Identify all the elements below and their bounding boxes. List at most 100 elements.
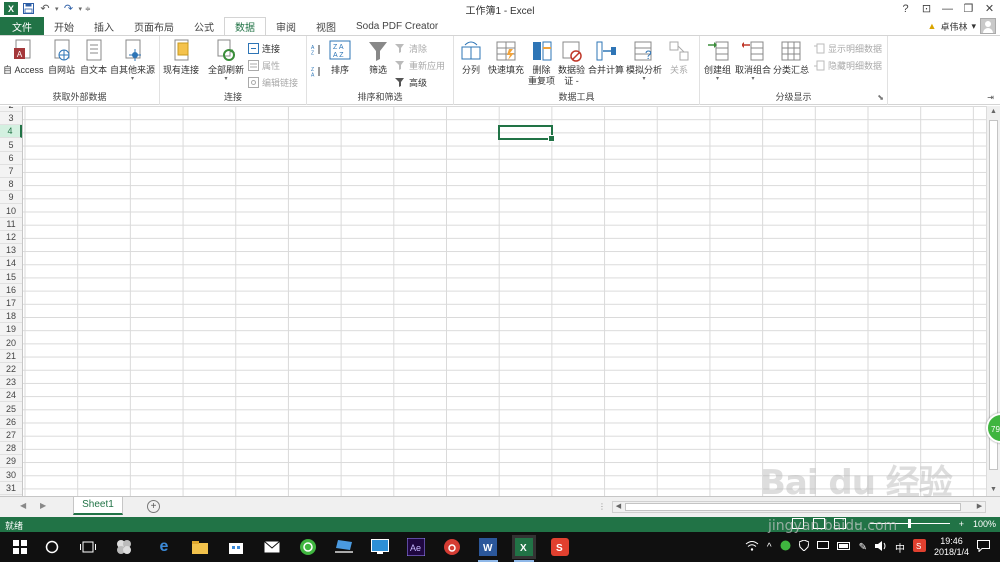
pen-icon[interactable]: ✎ [859, 542, 867, 553]
subtotal-button[interactable]: 分类汇总 [773, 39, 809, 76]
edge-browser-icon[interactable]: e [152, 535, 176, 559]
notification-center-icon[interactable] [977, 539, 990, 555]
tab-insert[interactable]: 插入 [84, 17, 124, 35]
consolidate-button[interactable]: 合并计算 [588, 39, 624, 76]
row-header[interactable]: 11 [0, 218, 22, 231]
from-text-button[interactable]: 自文本 [80, 39, 107, 76]
row-header[interactable]: 16 [0, 284, 22, 297]
redo-dropdown-icon[interactable]: ▾ [79, 5, 83, 13]
add-sheet-icon[interactable]: + [147, 500, 160, 513]
scroll-right-icon[interactable]: ▶ [974, 502, 985, 512]
row-header[interactable]: 15 [0, 271, 22, 284]
filter-button[interactable]: 筛选 [367, 39, 389, 76]
split-handle-icon[interactable]: ⋮ [598, 502, 606, 511]
row-header[interactable]: 18 [0, 310, 22, 324]
undo-dropdown-icon[interactable]: ▾ [55, 5, 59, 13]
row-header[interactable]: 29 [0, 455, 22, 469]
refresh-all-button[interactable]: 全部刷新 ▾ [208, 39, 244, 82]
battery-icon[interactable] [836, 541, 851, 553]
laptop-app-icon[interactable] [332, 535, 356, 559]
tab-view[interactable]: 视图 [306, 17, 346, 35]
data-validation-button[interactable]: 数据验 证 - [558, 39, 585, 87]
collapse-ribbon-icon[interactable]: ⇥ [987, 93, 994, 102]
save-icon[interactable] [21, 2, 35, 16]
scroll-down-icon[interactable]: ▼ [987, 484, 1000, 496]
row-header[interactable]: 5 [0, 139, 22, 152]
input-method-indicator[interactable]: 中 [895, 540, 905, 555]
browser-360-icon[interactable] [296, 535, 320, 559]
customize-qat-icon[interactable]: ≑ [85, 5, 91, 13]
tab-page-layout[interactable]: 页面布局 [124, 17, 184, 35]
row-header[interactable]: 24 [0, 389, 22, 403]
row-header[interactable]: 20 [0, 337, 22, 350]
sheet-prev-icon[interactable]: ◀ [20, 501, 26, 510]
windows-start-icon[interactable] [8, 535, 32, 559]
row-header[interactable]: 25 [0, 403, 22, 416]
what-if-analysis-button[interactable]: ? 模拟分析 ▾ [626, 39, 662, 82]
sheet-next-icon[interactable]: ▶ [40, 501, 46, 510]
minimize-button[interactable]: — [937, 0, 958, 17]
word-icon[interactable]: W [476, 535, 500, 562]
store-icon[interactable] [224, 535, 248, 559]
tab-file[interactable]: 文件 [0, 17, 44, 35]
row-header[interactable]: 27 [0, 429, 22, 442]
wps-icon[interactable]: S [548, 535, 572, 559]
row-header[interactable]: 22 [0, 363, 22, 376]
text-to-columns-button[interactable]: 分列 [460, 39, 482, 76]
row-header[interactable]: 8 [0, 178, 22, 192]
tab-formulas[interactable]: 公式 [184, 17, 224, 35]
sogou-ime-icon[interactable]: S [912, 539, 926, 555]
close-button[interactable]: ✕ [979, 0, 1000, 17]
row-header[interactable]: 21 [0, 350, 22, 363]
row-header[interactable]: 31 [0, 482, 22, 495]
normal-view-icon[interactable] [792, 518, 805, 529]
tab-home[interactable]: 开始 [44, 17, 84, 35]
tab-data[interactable]: 数据 [224, 17, 266, 35]
sheet-tab-sheet1[interactable]: Sheet1 [73, 497, 123, 515]
row-header[interactable]: 28 [0, 442, 22, 456]
file-explorer-icon[interactable] [188, 535, 212, 559]
from-access-button[interactable]: A 自 Access [3, 39, 44, 76]
row-header[interactable]: 19 [0, 323, 22, 337]
row-header[interactable]: 26 [0, 416, 22, 429]
wifi-icon[interactable] [745, 540, 759, 554]
row-header[interactable]: 17 [0, 297, 22, 310]
zoom-slider[interactable] [869, 519, 950, 528]
ungroup-button[interactable]: 取消组合 ▾ [735, 39, 771, 82]
sort-ascending-button[interactable]: AZ [311, 42, 322, 56]
cells-area[interactable] [23, 106, 986, 496]
horizontal-scroll-thumb[interactable] [625, 503, 961, 511]
monitor-app-icon[interactable] [368, 535, 392, 559]
row-header[interactable]: 9 [0, 191, 22, 205]
zoom-level[interactable]: 100% [973, 519, 996, 529]
from-web-button[interactable]: 自网站 [48, 39, 75, 76]
tab-soda-pdf[interactable]: Soda PDF Creator [346, 17, 448, 35]
from-other-sources-button[interactable]: 自其他来源 ▾ [110, 39, 155, 82]
dialog-launcher-icon[interactable]: ⬊ [877, 93, 884, 102]
relationships-button[interactable]: 关系 [668, 39, 690, 76]
tab-review[interactable]: 审阅 [266, 17, 306, 35]
row-header[interactable]: 7 [0, 165, 22, 178]
redo-icon[interactable]: ↷ [62, 2, 76, 16]
taskbar-clock[interactable]: 19:46 2018/1/4 [934, 536, 969, 558]
row-header[interactable]: 12 [0, 231, 22, 244]
scroll-up-icon[interactable]: ▲ [987, 106, 1000, 118]
tray-shield-icon[interactable] [797, 539, 810, 554]
tray-display-icon[interactable] [816, 540, 829, 554]
mail-icon[interactable] [260, 535, 284, 559]
horizontal-scrollbar[interactable]: ◀ ▶ [612, 501, 986, 513]
selected-cell[interactable] [498, 125, 555, 142]
help-button[interactable]: ? [895, 0, 916, 17]
row-header[interactable]: 10 [0, 205, 22, 218]
ribbon-display-options-button[interactable]: ⊡ [916, 0, 937, 17]
netease-music-icon[interactable] [440, 535, 464, 559]
sort-button[interactable]: Z AA Z 排序 [329, 39, 351, 76]
row-header[interactable]: 30 [0, 469, 22, 482]
page-layout-view-icon[interactable] [813, 518, 826, 529]
edit-links-button[interactable]: 编辑链接 [248, 75, 298, 89]
row-header[interactable]: 2 [0, 106, 22, 112]
restore-button[interactable]: ❐ [958, 0, 979, 17]
scroll-left-icon[interactable]: ◀ [613, 502, 624, 512]
user-account[interactable]: ▲ 卓伟林 ▾ [928, 17, 996, 35]
zoom-in-button[interactable]: + [959, 519, 964, 529]
